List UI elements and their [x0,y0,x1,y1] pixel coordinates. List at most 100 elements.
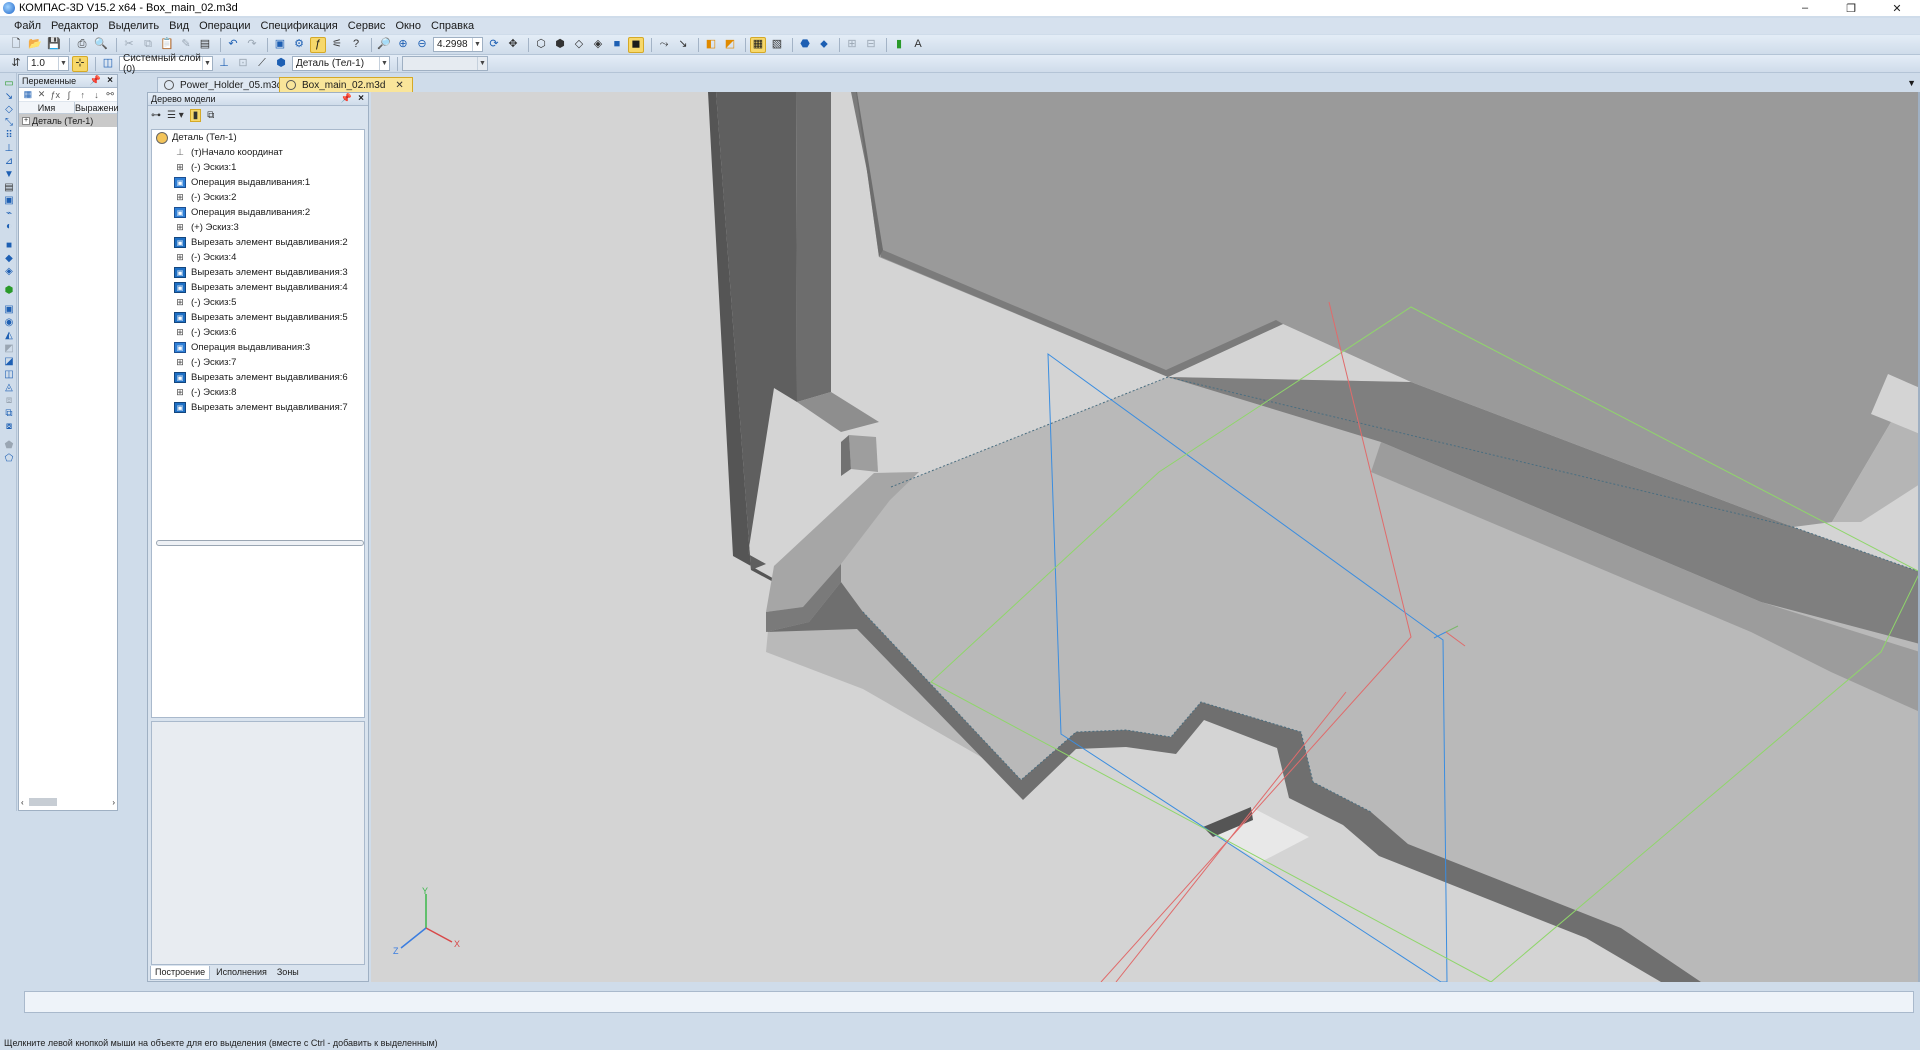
cut-icon[interactable]: ✂ [121,37,137,53]
menu-file[interactable]: Файл [14,20,41,32]
pattern-tool-icon[interactable]: ⧉ [2,407,16,420]
sheet-tool-icon[interactable]: ◐ [2,220,16,233]
tab-box-main[interactable]: Box_main_02.m3d ✕ [279,77,413,92]
zoom-scale-icon[interactable]: ⊖ [414,37,430,53]
menu-service[interactable]: Сервис [348,20,386,32]
tree-item[interactable]: ⊞ (-) Эскиз:8 [152,385,364,400]
function-icon[interactable]: ƒx [48,90,62,100]
close-tab-icon[interactable]: ✕ [395,80,403,91]
tree-item[interactable]: ▣ Вырезать элемент выдавливания:6 [152,370,364,385]
extrude-tool-icon[interactable]: ■ [2,239,16,252]
restore-button[interactable]: ❐ [1828,0,1874,16]
tree-item[interactable]: ▣ Операция выдавливания:2 [152,205,364,220]
orientation-icon[interactable]: ⬡ [533,37,549,53]
tree-item[interactable]: ⊞ (-) Эскиз:4 [152,250,364,265]
tree-item[interactable]: ▣ Вырезать элемент выдавливания:4 [152,280,364,295]
zoom-window-icon[interactable]: 🔎 [376,37,392,53]
tree-item[interactable]: ⊞ (-) Эскиз:7 [152,355,364,370]
empty-select[interactable]: ▼ [402,56,488,71]
draft-tool-icon[interactable]: ◬ [2,381,16,394]
properties-icon[interactable]: ▤ [197,37,213,53]
rib-tool-icon[interactable]: ◫ [2,368,16,381]
print-icon[interactable]: ⎙ [74,37,90,53]
view-cs-icon[interactable]: ⊡ [235,56,251,72]
menu-specification[interactable]: Спецификация [261,20,338,32]
sketch-tool-icon[interactable]: ↘ [2,90,16,103]
column-expression[interactable]: Выражени [75,102,119,113]
cut-extrude-tool-icon[interactable]: ▣ [2,303,16,316]
revolve-tool-icon[interactable]: ◆ [2,252,16,265]
tab-power-holder[interactable]: Power_Holder_05.m3d [157,77,292,92]
hidden-thin-icon[interactable]: ◈ [590,37,606,53]
save-icon[interactable]: 💾 [46,37,62,53]
pin-icon[interactable]: 📌 [90,75,101,86]
table-icon[interactable]: ▦ [21,89,35,100]
chevron-down-icon[interactable]: ▼ [58,57,68,70]
redo-icon[interactable]: ↷ [244,37,260,53]
mirror-tool-icon[interactable]: ⧈ [2,394,16,407]
local-cs-icon[interactable]: ⊥ [216,56,232,72]
menu-operations[interactable]: Операции [199,20,250,32]
undo-icon[interactable]: ↶ [225,37,241,53]
tab-list-icon[interactable]: ▼ [1907,78,1916,88]
column-name[interactable]: Имя [19,102,75,113]
close-icon[interactable]: × [358,93,364,104]
tree-item[interactable]: ⊞ (-) Эскиз:2 [152,190,364,205]
loft-tool-icon[interactable]: ◈ [2,265,16,278]
zoom-all-icon[interactable]: ⊕ [395,37,411,53]
geometry-tool-icon[interactable]: ◇ [2,103,16,116]
minimize-button[interactable]: – [1782,0,1828,16]
chevron-down-icon[interactable]: ▼ [472,38,482,51]
variables-hscrollbar[interactable]: ‹ › [19,797,117,807]
integral-icon[interactable]: ∫ [62,90,76,100]
menu-window[interactable]: Окно [395,20,421,32]
preview-icon[interactable]: 🔍 [93,37,109,53]
hole-tool-icon[interactable]: ◉ [2,316,16,329]
chevron-down-icon[interactable]: ▼ [379,57,389,70]
shaded-icon[interactable]: ■ [609,37,625,53]
menu-select[interactable]: Выделить [108,20,159,32]
section-icon[interactable]: ◧ [703,37,719,53]
move-up-icon[interactable]: ↑ [76,90,90,100]
menu-help[interactable]: Справка [431,20,474,32]
layer-select[interactable]: Системный слой (0) ▼ [119,53,213,75]
axis-icon[interactable]: ⟋ [254,56,270,72]
part-select[interactable]: Деталь (Тел-1) ▼ [292,56,390,71]
dimension-tool-icon[interactable]: ⊥ [2,142,16,155]
fillet-tool-icon[interactable]: ◭ [2,329,16,342]
chamfer-tool-icon[interactable]: ◩ [2,342,16,355]
shell-tool-icon[interactable]: ◪ [2,355,16,368]
scroll-right-icon[interactable]: › [112,798,115,807]
library-icon[interactable]: ⚙ [291,37,307,53]
menu-view[interactable]: Вид [169,20,189,32]
step-icon[interactable]: ⇵ [8,56,24,72]
thread-tool-icon[interactable]: ⧇ [2,420,16,433]
array-tool-icon[interactable]: ⠿ [2,129,16,142]
hidden-lines-icon[interactable]: ◇ [571,37,587,53]
new-document-icon[interactable]: 🗋 [8,37,24,53]
command-input[interactable] [24,991,1914,1013]
scroll-left-icon[interactable]: ‹ [21,798,24,807]
text-style-icon[interactable]: A [910,37,926,53]
tree-item[interactable]: ▣ Операция выдавливания:3 [152,340,364,355]
tree-hscrollbar[interactable] [156,540,364,546]
selection-icon[interactable]: ↘ [675,37,691,53]
tree-detach-icon[interactable]: ⧉ [207,110,214,121]
layer-icon[interactable]: ◫ [100,56,116,72]
tab-zones[interactable]: Зоны [273,966,303,980]
tree-item[interactable]: ▣ Вырезать элемент выдавливания:7 [152,400,364,415]
pan-icon[interactable]: ✥ [505,37,521,53]
filter-icon[interactable]: ⤳ [656,37,672,53]
format-painter-icon[interactable]: ✎ [178,37,194,53]
view-mode-icon[interactable]: ⬥ [816,37,832,53]
variables-toggle-icon[interactable]: ƒ [310,36,326,53]
scroll-thumb[interactable] [29,798,57,806]
grid-icon[interactable]: ▦ [750,36,766,53]
measure-icon[interactable]: ▧ [769,37,785,53]
tree-structure-icon[interactable]: ⊶ [151,110,161,121]
constraints-icon[interactable]: ⊟ [863,37,879,53]
open-folder-icon[interactable]: 📂 [27,37,43,53]
report-icon[interactable]: ▮ [891,37,907,53]
model-viewport[interactable]: Y X Z [371,92,1920,982]
filter-tool-icon[interactable]: ▼ [2,168,16,181]
